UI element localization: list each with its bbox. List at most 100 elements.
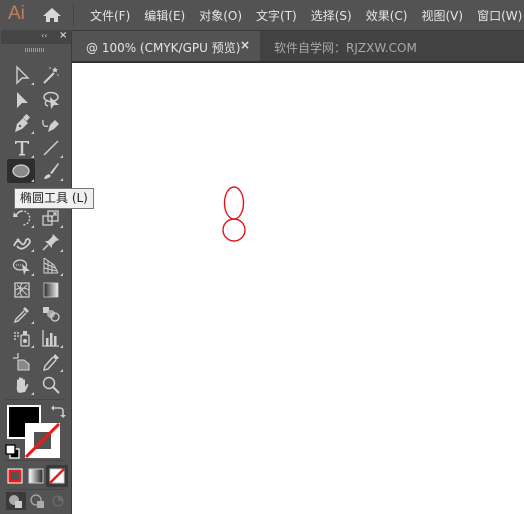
mesh-tool[interactable] bbox=[9, 279, 35, 301]
type-t-icon bbox=[15, 141, 29, 156]
document-tab-active[interactable]: @ 100% (CMYK/GPU 预览) × bbox=[72, 31, 260, 62]
tool-group-indicator bbox=[60, 273, 63, 276]
line-segment-icon bbox=[43, 140, 59, 156]
hand-icon bbox=[16, 377, 29, 393]
tool-group-indicator bbox=[31, 82, 34, 85]
tool-group-indicator bbox=[60, 178, 63, 181]
none-swatch-icon bbox=[49, 468, 65, 484]
tools-panel-header[interactable]: ‹‹ × bbox=[1, 30, 71, 44]
slice-tool[interactable] bbox=[38, 351, 64, 373]
tool-group-indicator bbox=[31, 392, 34, 395]
pushpin-icon bbox=[42, 234, 59, 251]
gradient-icon bbox=[43, 282, 59, 298]
gradient-mode-button[interactable] bbox=[27, 467, 45, 485]
blend-tool[interactable] bbox=[38, 303, 64, 325]
direct-selection-tool[interactable] bbox=[9, 89, 35, 111]
menu-view[interactable]: 视图(V) bbox=[421, 7, 463, 24]
tool-group-indicator bbox=[31, 321, 34, 324]
stroke-color-swatch[interactable] bbox=[25, 423, 60, 458]
ellipse-tool[interactable] bbox=[7, 159, 35, 183]
gradient-tool[interactable] bbox=[38, 279, 64, 301]
pen-tool[interactable] bbox=[9, 113, 35, 135]
color-icon bbox=[7, 468, 23, 484]
puppet-warp-tool[interactable] bbox=[38, 231, 64, 253]
menu-type[interactable]: 文字(T) bbox=[256, 7, 297, 24]
draw-inside-icon bbox=[52, 495, 64, 507]
tool-group-indicator bbox=[31, 155, 34, 158]
ellipse-tall-shape[interactable] bbox=[223, 186, 245, 220]
menu-object[interactable]: 对象(O) bbox=[199, 7, 242, 24]
lasso-icon bbox=[43, 91, 59, 109]
column-graph-tool[interactable] bbox=[38, 327, 64, 349]
perspective-grid-tool[interactable] bbox=[38, 255, 64, 277]
tool-group-indicator bbox=[60, 155, 63, 158]
blend-icon bbox=[43, 307, 60, 322]
line-segment-tool[interactable] bbox=[38, 137, 64, 159]
menu-file[interactable]: 文件(F) bbox=[90, 7, 130, 24]
home-icon[interactable] bbox=[42, 7, 62, 23]
default-fill-stroke-icon[interactable] bbox=[5, 444, 21, 460]
menu-divider bbox=[73, 4, 74, 26]
document-tab-bar: @ 100% (CMYK/GPU 预览) × 软件自学网：RJZXW.COM bbox=[72, 30, 524, 62]
scale-icon bbox=[42, 210, 59, 226]
tool-group-indicator bbox=[31, 273, 34, 276]
zoom-tool[interactable] bbox=[38, 374, 64, 396]
circle-bottom-shape[interactable] bbox=[222, 218, 246, 242]
symbol-sprayer-tool[interactable] bbox=[9, 327, 35, 349]
curvature-tool[interactable] bbox=[38, 113, 64, 135]
menu-edit[interactable]: 编辑(E) bbox=[144, 7, 185, 24]
direct-selection-arrow-icon bbox=[17, 92, 28, 108]
gradient-swatch-icon bbox=[28, 468, 44, 484]
lasso-tool[interactable] bbox=[38, 89, 64, 111]
toolbox-divider bbox=[5, 460, 65, 461]
selection-arrow-outline-icon bbox=[16, 65, 30, 85]
tool-group-indicator bbox=[31, 225, 34, 228]
scale-tool[interactable] bbox=[38, 207, 64, 229]
document-tab-label: @ 100% (CMYK/GPU 预览) bbox=[86, 41, 241, 55]
shape-builder-tool[interactable] bbox=[9, 255, 35, 277]
color-mode-button[interactable] bbox=[6, 467, 24, 485]
rotate-tool[interactable] bbox=[9, 207, 35, 229]
close-panel-icon[interactable]: × bbox=[59, 30, 67, 41]
tools-panel: ‹‹ × bbox=[0, 30, 72, 514]
document-tab-watermark[interactable]: 软件自学网：RJZXW.COM bbox=[274, 39, 417, 56]
toolbox-divider bbox=[5, 489, 65, 490]
tool-group-indicator bbox=[31, 249, 34, 252]
menu-window[interactable]: 窗口(W) bbox=[477, 7, 522, 24]
mesh-icon bbox=[14, 282, 30, 298]
draw-behind-button[interactable] bbox=[28, 492, 48, 510]
magic-wand-tool[interactable] bbox=[38, 64, 64, 86]
artboard-canvas[interactable] bbox=[72, 61, 524, 514]
menu-effect[interactable]: 效果(C) bbox=[366, 7, 408, 24]
warp-tool[interactable] bbox=[9, 231, 35, 253]
curvature-pen-icon bbox=[42, 119, 59, 132]
symbol-sprayer-icon bbox=[14, 331, 30, 347]
hand-tool[interactable] bbox=[9, 374, 35, 396]
draw-normal-button[interactable] bbox=[6, 492, 26, 510]
eyedropper-tool[interactable] bbox=[9, 303, 35, 325]
slice-knife-icon bbox=[43, 354, 59, 371]
menu-select[interactable]: 选择(S) bbox=[311, 7, 352, 24]
selection-tool[interactable] bbox=[9, 64, 35, 86]
tool-group-indicator bbox=[31, 345, 34, 348]
canvas-drawing bbox=[222, 186, 246, 242]
collapse-panel-icon[interactable]: ‹‹ bbox=[41, 31, 47, 40]
panel-grip-handle[interactable] bbox=[25, 48, 45, 52]
menu-bar: Ai 文件(F) 编辑(E) 对象(O) 文字(T) 选择(S) 效果(C) 视… bbox=[0, 0, 524, 30]
swap-fill-stroke-icon[interactable] bbox=[50, 404, 66, 420]
rotate-icon bbox=[13, 210, 31, 226]
shape-builder-icon bbox=[12, 259, 30, 275]
column-graph-icon bbox=[42, 330, 59, 347]
paintbrush-tool[interactable] bbox=[38, 160, 64, 182]
none-mode-button[interactable] bbox=[46, 465, 68, 487]
type-tool[interactable] bbox=[9, 137, 35, 159]
artboard-icon bbox=[13, 353, 30, 371]
warp-icon bbox=[13, 237, 31, 250]
eyedropper-icon bbox=[13, 307, 29, 324]
artboard-tool[interactable] bbox=[9, 351, 35, 373]
draw-inside-button[interactable] bbox=[48, 492, 68, 510]
close-tab-icon[interactable]: × bbox=[240, 38, 250, 52]
magnifier-icon bbox=[42, 376, 60, 394]
tool-group-indicator bbox=[60, 249, 63, 252]
perspective-grid-icon bbox=[43, 257, 59, 274]
